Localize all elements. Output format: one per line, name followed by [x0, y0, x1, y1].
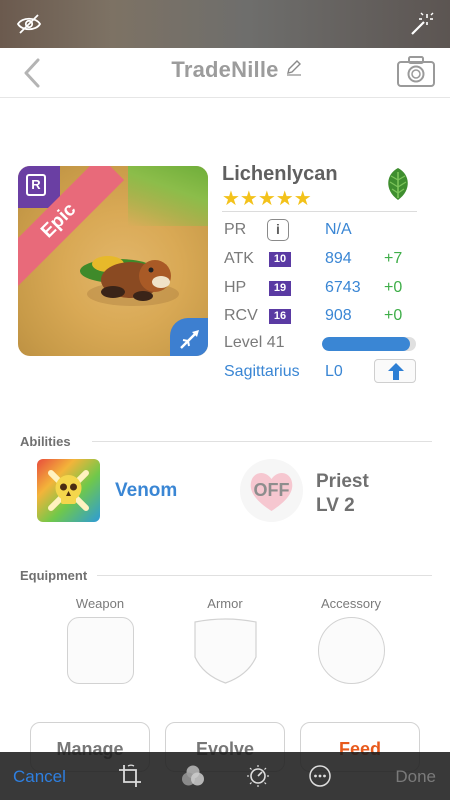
stat-label: HP: [224, 279, 247, 296]
stat-label: ATK: [224, 250, 254, 267]
photo-editor-bottom-bar: Cancel Done: [0, 752, 450, 800]
level-progress-fill: [322, 337, 411, 351]
monster-name: Lichenlycan: [222, 163, 338, 185]
zodiac-level: L0: [325, 363, 343, 380]
level-label: Level 41: [224, 334, 285, 351]
ability-off-badge: OFF: [253, 480, 290, 500]
stat-row-rcv: RCV 16 908 +0: [222, 305, 422, 329]
accessory-label: Accessory: [321, 596, 381, 611]
zodiac-sign-link[interactable]: Sagittarius: [224, 363, 300, 381]
hide-eye-icon[interactable]: [16, 12, 42, 36]
stat-row-pr: PR i N/A: [222, 219, 422, 243]
app-screen: TradeNille R Epic Lichenlycan ★★★★★ PR i…: [0, 0, 450, 800]
stat-bonus: +0: [384, 279, 403, 296]
stat-label: PR: [224, 221, 247, 238]
stat-bonus: +7: [384, 250, 403, 267]
rarity-letter: R: [26, 174, 46, 196]
stat-bonus: +0: [384, 307, 403, 324]
passive-ability-icon[interactable]: OFF: [240, 459, 303, 522]
star-rating: ★★★★★: [222, 188, 312, 210]
stat-value: 894: [325, 250, 352, 267]
monster-artwork: [80, 256, 179, 306]
class-badge: [170, 318, 208, 356]
stat-level-badge: 19: [269, 281, 291, 296]
magic-wand-icon[interactable]: [408, 12, 434, 36]
stat-level-badge: 10: [269, 252, 291, 267]
page-title: TradeNille: [171, 57, 279, 82]
level-row: Level 41: [224, 334, 285, 352]
passive-ability-name: Priest: [316, 471, 369, 492]
accessory-slot[interactable]: [318, 617, 385, 684]
stat-row-atk: ATK 10 894 +7: [222, 248, 422, 272]
equipment-section-title: Equipment: [20, 568, 88, 583]
edit-pencil-icon[interactable]: [285, 58, 303, 76]
passive-ability-text: Priest LV 2: [316, 470, 369, 518]
more-options-icon[interactable]: [308, 764, 332, 788]
up-arrow-icon: [388, 363, 404, 380]
weapon-slot[interactable]: [67, 617, 134, 684]
abilities-divider: [92, 441, 432, 442]
venom-ability-icon[interactable]: [37, 459, 100, 522]
adjust-dial-icon[interactable]: [246, 764, 270, 788]
cancel-button[interactable]: Cancel: [13, 767, 66, 787]
info-button[interactable]: i: [267, 219, 289, 241]
crop-rotate-icon[interactable]: [118, 764, 142, 788]
stat-row-hp: HP 19 6743 +0: [222, 277, 422, 301]
upgrade-button[interactable]: [374, 359, 416, 383]
photo-editor-top-bar: [0, 0, 450, 48]
card-background-grass: [128, 166, 208, 226]
leaf-icon: [388, 168, 408, 200]
level-progress-bar: [322, 337, 416, 351]
filters-icon[interactable]: [181, 764, 205, 788]
stat-level-badge: 16: [269, 309, 291, 324]
passive-ability-level: LV 2: [316, 495, 355, 516]
armor-label: Armor: [207, 596, 243, 611]
stat-label: RCV: [224, 307, 258, 324]
camera-icon[interactable]: [396, 54, 436, 88]
active-ability-name[interactable]: Venom: [115, 480, 177, 502]
stat-value: N/A: [325, 221, 352, 238]
stat-value: 6743: [325, 279, 361, 296]
archer-arrow-icon: [180, 330, 199, 349]
monster-card-image[interactable]: R Epic: [18, 166, 208, 356]
navigation-bar: TradeNille: [0, 48, 450, 98]
weapon-label: Weapon: [75, 596, 125, 611]
stat-value: 908: [325, 307, 352, 324]
equipment-divider: [97, 575, 432, 576]
abilities-section-title: Abilities: [20, 434, 71, 449]
stats-divider: [222, 211, 417, 212]
armor-slot[interactable]: [192, 617, 259, 684]
skull-icon: [48, 470, 89, 511]
done-button[interactable]: Done: [395, 767, 436, 787]
